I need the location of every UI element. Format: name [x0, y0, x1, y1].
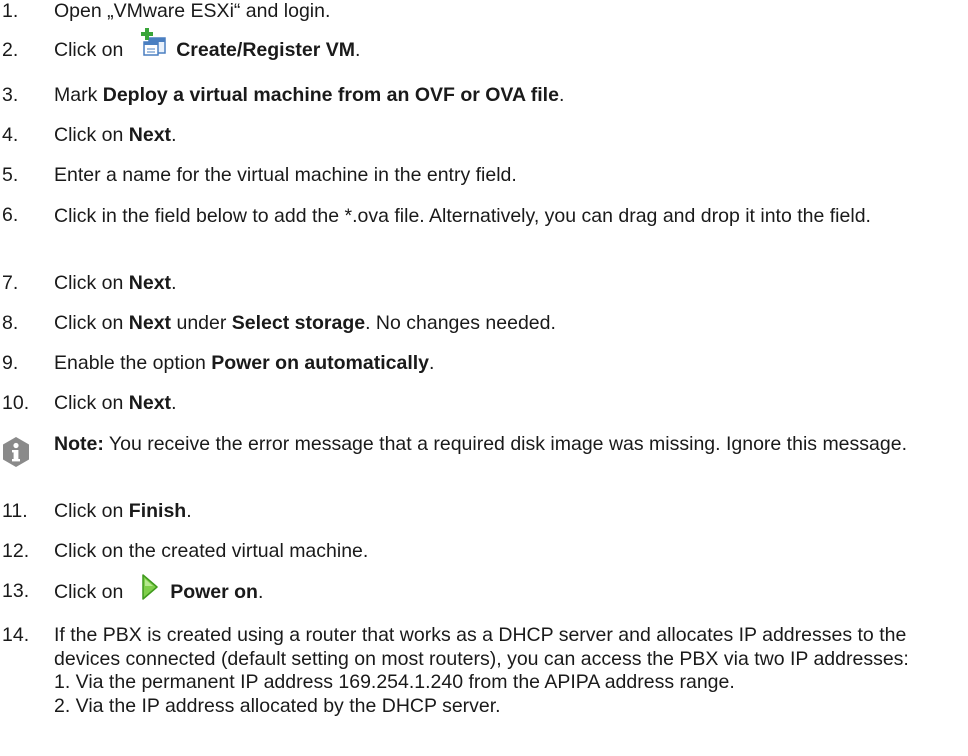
- sub-item: 1. Via the permanent IP address 169.254.…: [54, 671, 735, 693]
- bold-term: Deploy a virtual machine from an OVF or …: [102, 84, 559, 106]
- step-number: 11.: [2, 500, 28, 522]
- step-number: 7.: [2, 272, 19, 294]
- step-number: 13.: [2, 580, 30, 602]
- step-text: Open „VMware ESXi“ and login.: [54, 0, 331, 22]
- note-text: You receive the error message that a req…: [103, 433, 907, 455]
- bold-term: Power on automatically: [211, 352, 430, 374]
- instructions-document: 1. Open „VMware ESXi“ and login. 2. Clic…: [0, 0, 968, 756]
- step-number: 3.: [2, 84, 19, 106]
- step-number: 6.: [2, 204, 19, 226]
- step-number: 10.: [2, 392, 30, 414]
- bold-term: Power on: [170, 581, 258, 604]
- bold-term: Select storage: [231, 312, 366, 334]
- step-number: 2.: [2, 39, 19, 61]
- bold-term: Create/Register VM: [176, 39, 356, 62]
- step-number: 9.: [2, 352, 19, 374]
- step-number: 5.: [2, 164, 19, 186]
- bold-term: Next: [128, 272, 172, 294]
- power-on-icon: [141, 574, 159, 606]
- step-number: 1.: [2, 0, 19, 22]
- create-register-vm-icon: [140, 27, 167, 63]
- sub-item: 2. Via the IP address allocated by the D…: [54, 694, 501, 717]
- step-number: 8.: [2, 312, 19, 334]
- bold-term: Next: [128, 312, 172, 334]
- step-number: 14.: [2, 624, 30, 646]
- bold-term: Finish: [128, 500, 187, 522]
- step-text: Click on: [54, 39, 129, 62]
- note-label: Note:: [54, 433, 104, 455]
- step-number: 4.: [2, 124, 19, 146]
- step-number: 12.: [2, 540, 30, 562]
- bold-term: Next: [128, 124, 172, 146]
- bold-term: Next: [128, 392, 172, 414]
- info-icon: [0, 436, 32, 468]
